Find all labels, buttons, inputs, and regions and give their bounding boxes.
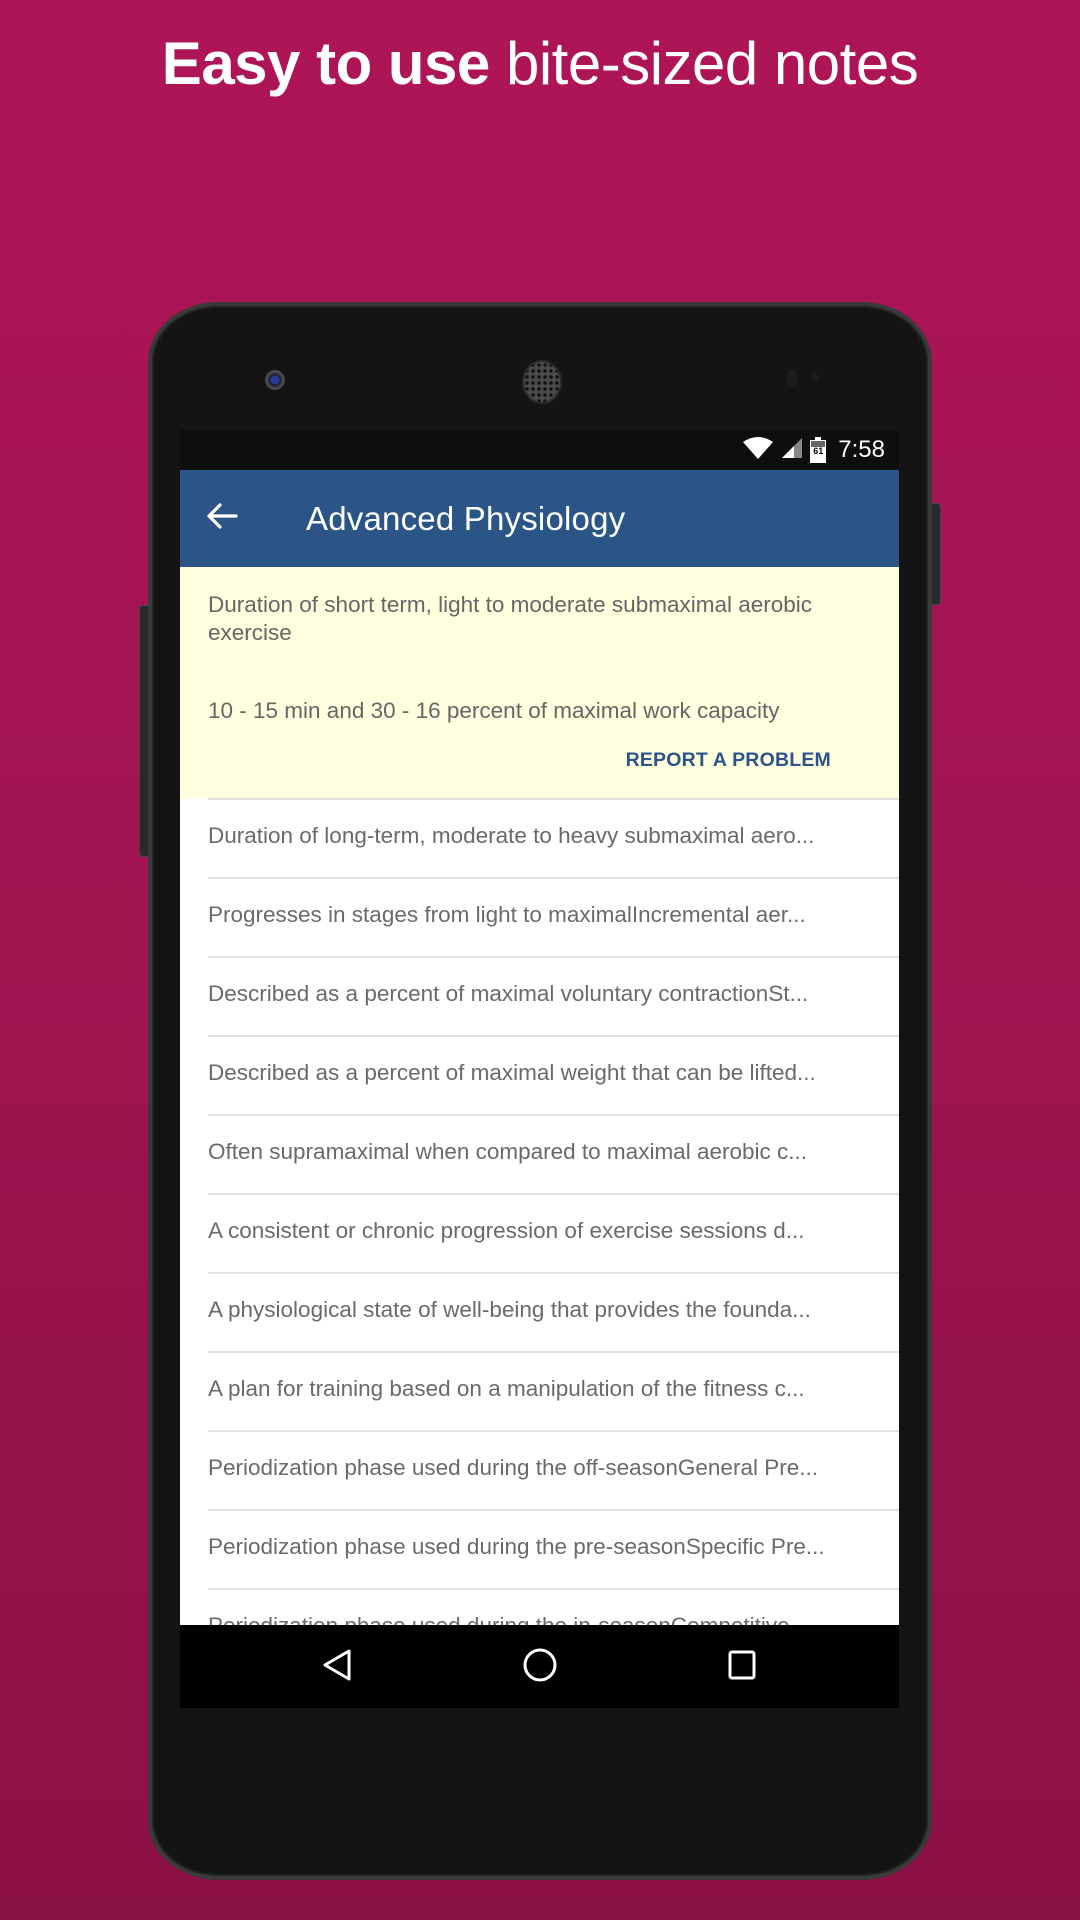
square-recents-icon [726, 1648, 758, 1687]
note-answer: 10 - 15 min and 30 - 16 percent of maxim… [208, 698, 780, 723]
promo-headline: Easy to use bite-sized notes [0, 28, 1080, 100]
light-sensor-icon [812, 374, 819, 381]
list-item[interactable]: A plan for training based on a manipulat… [180, 1351, 899, 1430]
list-item-text: A plan for training based on a manipulat… [208, 1376, 805, 1401]
expanded-note-card[interactable]: Duration of short term, light to moderat… [180, 567, 899, 798]
nav-home-button[interactable] [518, 1645, 562, 1689]
notes-list: Duration of long-term, moderate to heavy… [180, 798, 899, 1667]
list-item-text: A consistent or chronic progression of e… [208, 1218, 805, 1243]
list-item[interactable]: Described as a percent of maximal volunt… [180, 956, 899, 1035]
list-item[interactable]: Often supramaximal when compared to maxi… [180, 1114, 899, 1193]
app-title: Advanced Physiology [306, 500, 626, 537]
note-question: Duration of short term, light to moderat… [208, 592, 813, 645]
app-bar: Advanced Physiology [180, 470, 899, 567]
list-item[interactable]: A physiological state of well-being that… [180, 1272, 899, 1351]
list-item[interactable]: Described as a percent of maximal weight… [180, 1035, 899, 1114]
list-item-text: A physiological state of well-being that… [208, 1297, 811, 1322]
list-item[interactable]: A consistent or chronic progression of e… [180, 1193, 899, 1272]
list-item[interactable]: Progresses in stages from light to maxim… [180, 877, 899, 956]
wifi-icon [742, 436, 774, 465]
list-item[interactable]: Periodization phase used during the off-… [180, 1430, 899, 1509]
phone-power-button [931, 503, 941, 605]
back-button[interactable] [200, 496, 244, 540]
front-camera-icon [265, 370, 285, 390]
report-problem-button[interactable]: REPORT A PROBLEM [626, 749, 831, 772]
proximity-sensor-icon [786, 370, 798, 386]
system-nav-bar [180, 1625, 899, 1708]
cell-signal-icon [780, 436, 804, 465]
nav-back-button[interactable] [315, 1645, 359, 1689]
arrow-left-icon [206, 502, 238, 535]
list-item-text: Described as a percent of maximal weight… [208, 1060, 816, 1085]
promo-headline-light: bite-sized notes [505, 30, 919, 97]
list-item[interactable]: Periodization phase used during the pre-… [180, 1509, 899, 1588]
list-item-text: Periodization phase used during the off-… [208, 1455, 818, 1480]
earpiece-speaker-icon [522, 360, 562, 404]
battery-level: 61 [813, 446, 824, 456]
list-item-text: Periodization phase used during the pre-… [208, 1534, 825, 1559]
list-item-text: Progresses in stages from light to maxim… [208, 902, 806, 927]
list-item[interactable]: Duration of long-term, moderate to heavy… [180, 798, 899, 877]
promo-headline-bold: Easy to use [161, 30, 491, 97]
list-item-text: Duration of long-term, moderate to heavy… [208, 823, 815, 848]
phone-screen: 61 7:58 Advanced Physiology Duration of … [180, 430, 899, 1708]
status-bar: 61 7:58 [180, 430, 899, 470]
nav-recents-button[interactable] [720, 1645, 764, 1689]
list-item-text: Often supramaximal when compared to maxi… [208, 1139, 807, 1164]
battery-icon: 61 [810, 437, 827, 463]
status-time: 7:58 [838, 436, 885, 463]
triangle-back-icon [321, 1648, 353, 1687]
circle-home-icon [522, 1647, 558, 1688]
list-item-text: Described as a percent of maximal volunt… [208, 981, 809, 1006]
